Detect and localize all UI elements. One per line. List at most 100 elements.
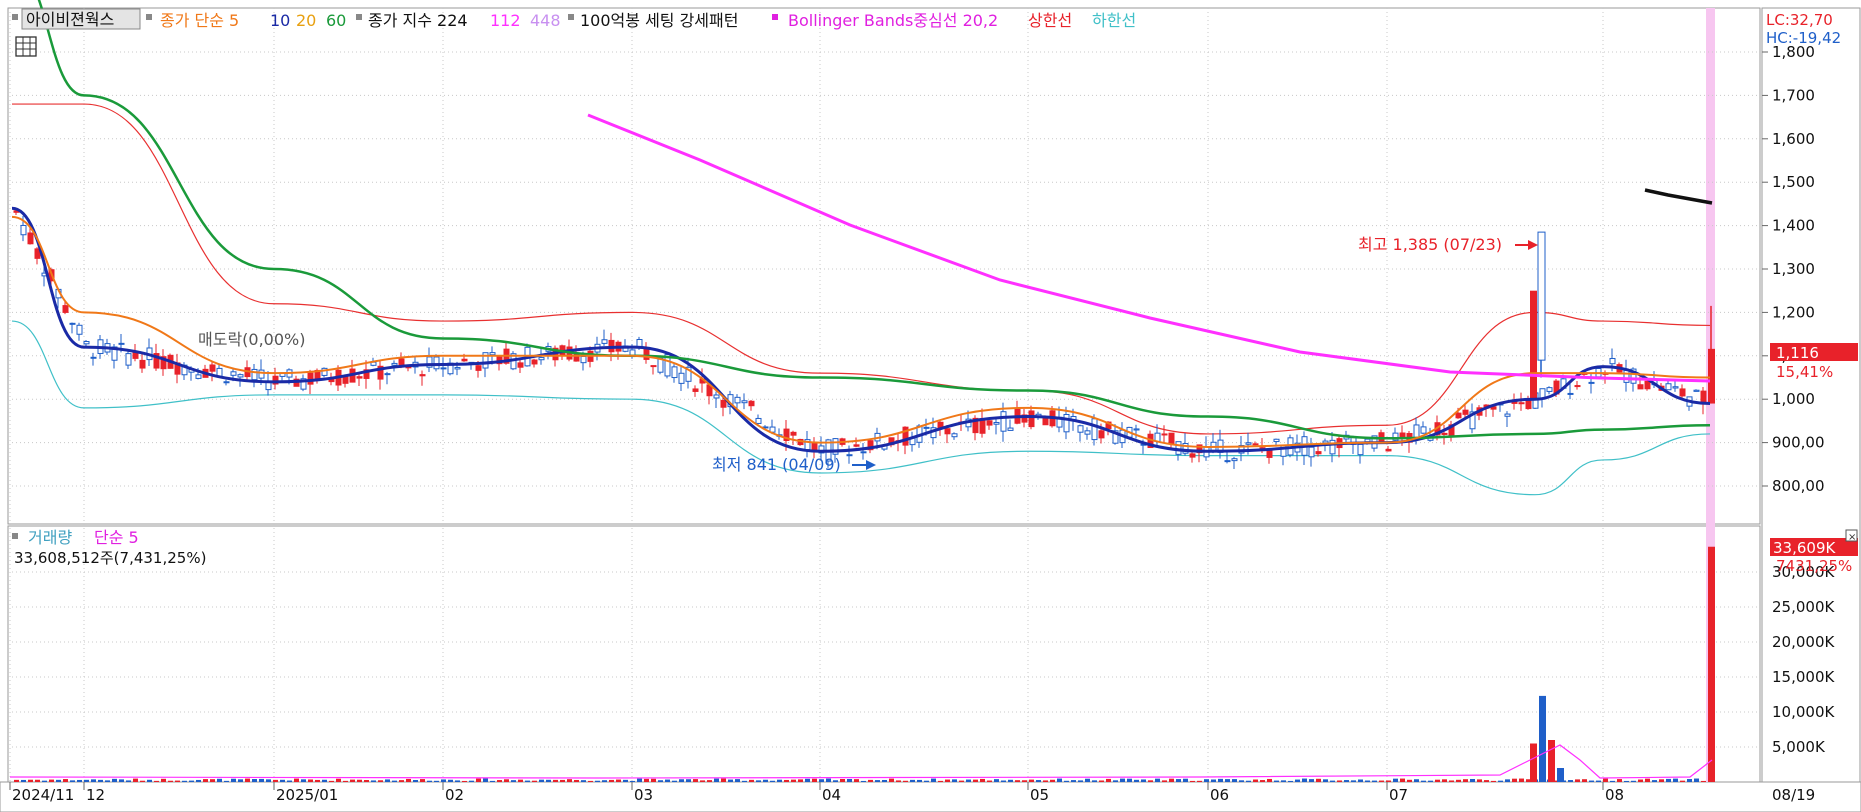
candle-body xyxy=(1665,383,1672,391)
candle-body xyxy=(986,420,993,426)
table-icon[interactable] xyxy=(15,36,37,57)
volume-bar xyxy=(791,779,796,782)
legend-index448[interactable]: 448 xyxy=(530,11,561,30)
volume-bar xyxy=(1246,780,1251,782)
current-price-value: 1,116 xyxy=(1776,344,1819,362)
volume-bar xyxy=(560,779,565,782)
volume-bar xyxy=(1218,778,1223,782)
volume-bar xyxy=(959,780,964,782)
volume-bar xyxy=(1631,780,1636,782)
y-tick-label: 900,00 xyxy=(1772,434,1825,452)
volume-bar xyxy=(1666,778,1671,782)
lc-label: LC:32,70 xyxy=(1766,11,1833,29)
stock-name[interactable]: 아이비젼웍스 xyxy=(26,10,114,29)
stock-chart-window: 1,8001,7001,6001,5001,4001,3001,2001,100… xyxy=(0,0,1861,812)
volume-title[interactable]: 거래량 xyxy=(28,528,72,547)
candle-body xyxy=(76,324,83,335)
legend-index112[interactable]: 112 xyxy=(490,11,521,30)
volume-bar xyxy=(91,779,96,782)
candle-body xyxy=(671,366,678,379)
volume-bar xyxy=(595,780,600,782)
candle-body xyxy=(748,400,755,407)
candle-body xyxy=(678,372,685,384)
legend-marker xyxy=(772,14,778,20)
candle-body xyxy=(384,373,391,376)
candle-body xyxy=(951,433,958,438)
volume-spike-bar xyxy=(1548,740,1555,782)
candle-body xyxy=(1637,384,1644,390)
legend-setting[interactable]: 100억봉 세팅 강세패턴 xyxy=(580,11,738,30)
high-candle-body xyxy=(1530,290,1537,400)
legend-index224[interactable]: 종가 지수 224 xyxy=(368,11,468,30)
candle-body xyxy=(440,367,447,370)
volume-bar xyxy=(455,780,460,782)
volume-bar xyxy=(574,779,579,782)
legend-bb[interactable]: Bollinger Bands중심선 20,2 xyxy=(788,11,998,30)
volume-bar xyxy=(210,779,215,782)
legend-bb-upper[interactable]: 상한선 xyxy=(1028,11,1072,30)
legend-bb-lower[interactable]: 하한선 xyxy=(1092,11,1136,30)
legend-ma60[interactable]: 60 xyxy=(326,11,346,30)
candle-body xyxy=(454,367,461,370)
volume-bar xyxy=(1141,779,1146,782)
candle-body xyxy=(720,399,727,408)
volume-bar xyxy=(343,780,348,782)
legend-ma20[interactable]: 20 xyxy=(296,11,316,30)
x-tick-label: 05 xyxy=(1030,786,1049,804)
candle-body xyxy=(139,359,146,369)
volume-tick-label: 15,000K xyxy=(1772,668,1835,686)
candle-body xyxy=(1420,426,1427,434)
volume-bar xyxy=(728,779,733,782)
candle-body xyxy=(811,442,818,451)
candle-body xyxy=(1084,430,1091,435)
candle-body xyxy=(20,224,27,236)
volume-bar xyxy=(1001,780,1006,782)
volume-bar xyxy=(1008,779,1013,782)
candle-body xyxy=(195,374,202,379)
volume-bar xyxy=(21,779,26,782)
candle-body xyxy=(531,359,538,365)
candle-body xyxy=(356,376,363,379)
volume-bar xyxy=(441,779,446,782)
candle-body xyxy=(1000,411,1007,432)
volume-bar xyxy=(847,778,852,782)
volume-bar xyxy=(896,780,901,782)
candle-body xyxy=(1168,432,1175,445)
volume-tick-label: 10,000K xyxy=(1772,703,1835,721)
chart-canvas[interactable]: 1,8001,7001,6001,5001,4001,3001,2001,100… xyxy=(0,0,1861,812)
candle-body xyxy=(258,369,265,379)
volume-bar xyxy=(700,780,705,782)
volume-bar xyxy=(833,780,838,782)
volume-bar xyxy=(1624,780,1629,782)
volume-bar xyxy=(1435,779,1440,782)
volume-bar xyxy=(525,780,530,782)
volume-bar xyxy=(1134,779,1139,782)
legend-ma5[interactable]: 종가 단순 5 xyxy=(160,11,239,30)
volume-spike-bar xyxy=(1530,743,1537,782)
candle-body xyxy=(1007,427,1014,431)
candle-body xyxy=(846,454,853,457)
volume-bar xyxy=(266,779,271,782)
volume-bar xyxy=(98,779,103,782)
volume-bar xyxy=(1113,780,1118,782)
candle-body xyxy=(419,374,426,377)
volume-bar xyxy=(679,779,684,782)
candle-body xyxy=(643,348,650,360)
volume-bar xyxy=(476,778,481,782)
candle-body xyxy=(517,362,524,368)
volume-bar xyxy=(217,778,222,782)
volume-bar xyxy=(798,779,803,782)
volume-ma-label[interactable]: 단순 5 xyxy=(94,528,139,547)
volume-bar xyxy=(777,779,782,782)
volume-bar xyxy=(609,779,614,782)
legend-ma10[interactable]: 10 xyxy=(270,11,290,30)
volume-bar xyxy=(378,780,383,782)
legend-marker xyxy=(12,14,18,20)
volume-panel[interactable] xyxy=(7,525,1761,783)
x-tick-label: 06 xyxy=(1210,786,1229,804)
candle-body xyxy=(230,371,237,376)
candle-body xyxy=(1455,412,1462,419)
volume-bar xyxy=(105,780,110,782)
volume-bar xyxy=(1225,779,1230,782)
candle-body xyxy=(1308,446,1315,458)
